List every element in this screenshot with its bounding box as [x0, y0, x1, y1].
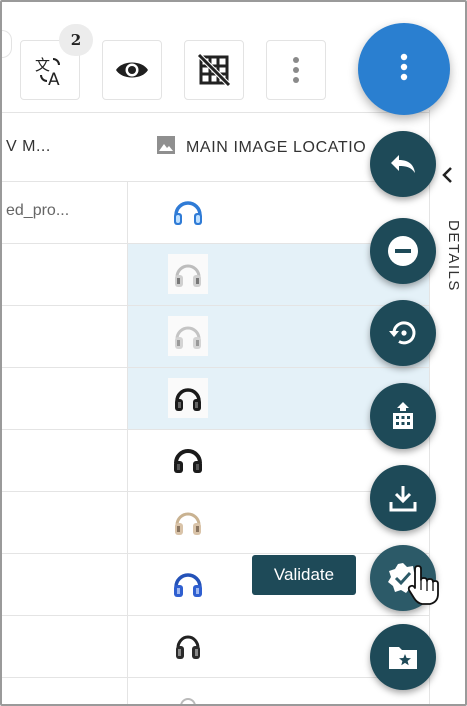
headphones-thumbnail[interactable]: [168, 502, 208, 542]
validate-tooltip: Validate: [252, 555, 356, 595]
preview-button[interactable]: [102, 40, 162, 100]
eye-icon: [114, 58, 150, 82]
folder-star-icon: [387, 643, 419, 671]
table-body: ed_pro...: [2, 182, 429, 704]
headphones-thumbnail[interactable]: [168, 564, 208, 604]
restore-icon: [387, 317, 419, 349]
table-cell-name: [2, 616, 127, 677]
table-row[interactable]: [2, 492, 429, 554]
more-options-button[interactable]: [266, 40, 326, 100]
favorite-folder-button[interactable]: [370, 624, 436, 690]
download-icon: [388, 483, 418, 513]
column-header-main-image[interactable]: MAIN IMAGE LOCATIO: [156, 135, 366, 160]
grid-off-icon: [197, 53, 231, 87]
restore-button[interactable]: [370, 300, 436, 366]
table-cell-name: [2, 306, 127, 367]
hand-cursor-icon: [406, 564, 440, 611]
table-row[interactable]: [2, 616, 429, 678]
remove-circle-icon: [386, 234, 420, 268]
image-icon: [156, 135, 176, 160]
actions-menu-button[interactable]: [358, 23, 450, 115]
table-row[interactable]: [2, 430, 429, 492]
table-cell-name: [2, 368, 127, 429]
headphones-thumbnail[interactable]: [168, 626, 208, 666]
building-icon: [389, 401, 417, 431]
headphones-thumbnail[interactable]: [168, 378, 208, 418]
translate-count-badge: 2: [59, 24, 93, 56]
table-cell-name: ed_pro...: [6, 202, 70, 219]
table-row[interactable]: [2, 368, 429, 430]
chevron-left-icon[interactable]: [440, 166, 454, 189]
column-header-name[interactable]: V M...: [6, 138, 51, 156]
undo-icon: [388, 152, 418, 176]
download-button[interactable]: [370, 465, 436, 531]
translate-icon: 文 A: [33, 53, 67, 87]
headphones-thumbnail[interactable]: [168, 316, 208, 356]
svg-text:A: A: [48, 70, 60, 87]
building-button[interactable]: [370, 383, 436, 449]
table-row[interactable]: ed_pro...: [2, 182, 429, 244]
headphones-thumbnail[interactable]: [168, 254, 208, 294]
table-row[interactable]: [2, 678, 429, 704]
table-header: V M... MAIN IMAGE LOCATIO: [2, 112, 429, 182]
headphones-thumbnail[interactable]: [168, 192, 208, 232]
more-vert-icon: [292, 56, 300, 84]
remove-button[interactable]: [370, 218, 436, 284]
details-label[interactable]: DETAILS: [432, 220, 462, 320]
table-row[interactable]: [2, 554, 429, 616]
table-cell-name: [2, 492, 127, 553]
table-cell-name: [2, 244, 127, 305]
undo-button[interactable]: [370, 131, 436, 197]
more-vert-icon: [400, 52, 408, 87]
column-header-label: MAIN IMAGE LOCATIO: [186, 138, 367, 156]
table-cell-name: [2, 554, 127, 615]
headphones-thumbnail[interactable]: [168, 690, 208, 704]
table-row[interactable]: [2, 306, 429, 368]
grid-toggle-button[interactable]: [184, 40, 244, 100]
headphones-thumbnail[interactable]: [168, 440, 208, 480]
app-frame: 文 A 2 V M... MAIN IMAGE LOCATIO ed_pro..…: [0, 0, 467, 706]
table-row[interactable]: [2, 244, 429, 306]
toolbar-partial-button[interactable]: [2, 30, 12, 58]
table-cell-name: [2, 430, 127, 491]
